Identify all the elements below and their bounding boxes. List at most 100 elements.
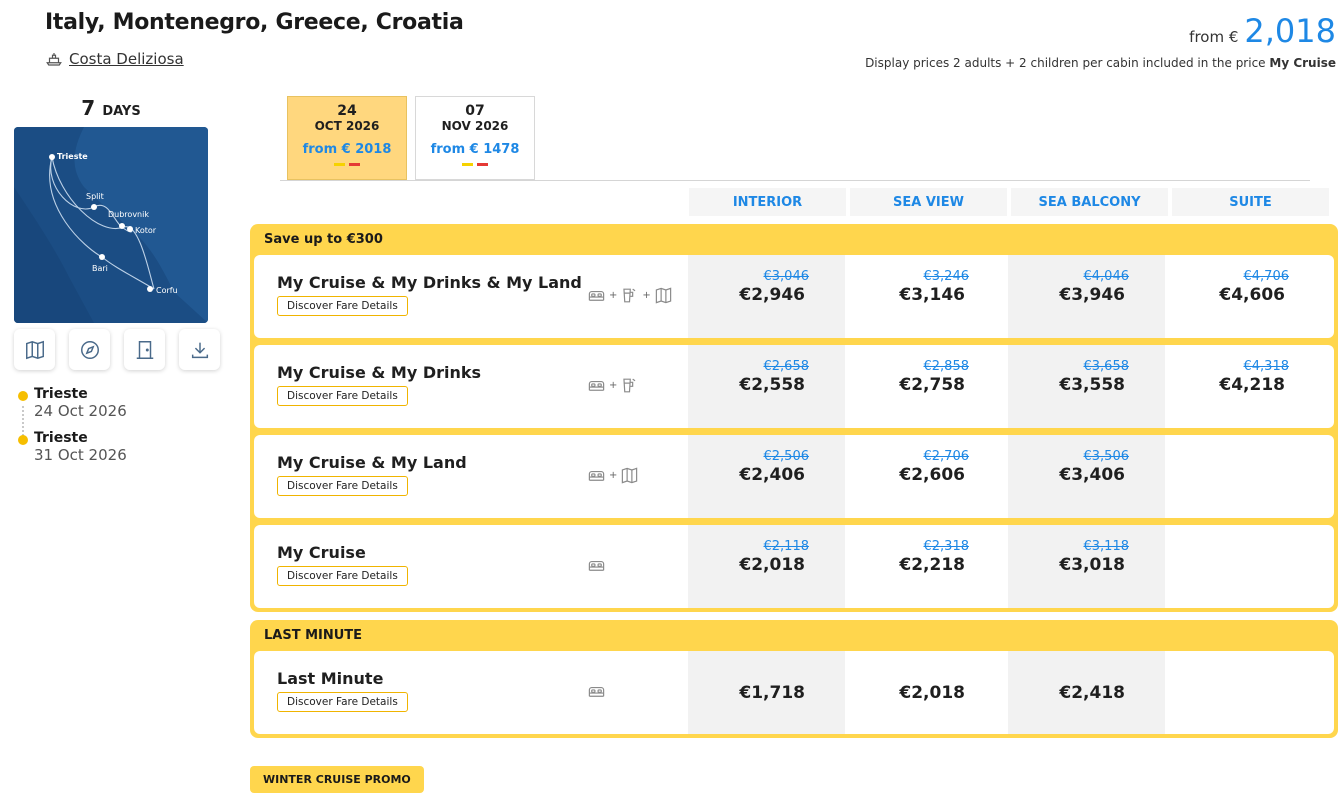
old-price: €3,506 (1083, 449, 1130, 464)
old-price: €3,658 (1083, 359, 1130, 374)
date-tab-nov[interactable]: 07 NOV 2026 from € 1478 (415, 96, 535, 180)
discover-fare-details-button[interactable]: Discover Fare Details (277, 566, 408, 586)
old-price: €2,858 (923, 359, 970, 374)
from-value: 2,018 (1244, 12, 1336, 50)
new-price: €4,218 (1219, 375, 1285, 395)
col-header-sea-balcony: SEA BALCONY (1011, 188, 1168, 216)
ship-icon (46, 53, 62, 66)
price-cell[interactable]: €1,718 (688, 651, 845, 734)
price-cell (1168, 651, 1325, 734)
stop-city: Trieste (34, 386, 88, 402)
price-cell[interactable]: €4,706 €4,606 (1168, 255, 1325, 338)
download-icon (191, 342, 208, 358)
old-price: €2,118 (763, 539, 810, 554)
price-cell[interactable]: €2,118 €2,018 (688, 525, 845, 608)
itinerary: Trieste 24 Oct 2026 Trieste 31 Oct 2026 (18, 386, 127, 474)
old-price: €3,046 (763, 269, 810, 284)
cabin-icon (588, 380, 605, 391)
price-cell[interactable]: €3,118 €3,018 (1008, 525, 1165, 608)
old-price: €4,046 (1083, 269, 1130, 284)
fare-group-title: LAST MINUTE (264, 628, 363, 643)
new-price: €2,018 (899, 683, 965, 703)
fare-name: My Cruise & My Drinks (277, 363, 482, 382)
price-cell[interactable]: €2,658 €2,558 (688, 345, 845, 428)
price-cell[interactable]: €2,318 €2,218 (848, 525, 1005, 608)
door-icon (136, 340, 153, 359)
date-tab-day: 07 (465, 103, 485, 119)
old-price: €4,318 (1243, 359, 1290, 374)
from-label: from € (1189, 28, 1239, 46)
price-cell[interactable]: €2,018 (848, 651, 1005, 734)
new-price: €2,218 (899, 555, 965, 575)
discover-fare-details-button[interactable]: Discover Fare Details (277, 692, 408, 712)
discover-fare-details-button[interactable]: Discover Fare Details (277, 296, 408, 316)
price-cell[interactable]: €3,506 €3,406 (1008, 435, 1165, 518)
flag-red-icon (349, 163, 360, 166)
price-cell[interactable]: €3,246 €3,146 (848, 255, 1005, 338)
land-map-icon (655, 287, 671, 304)
days-label: DAYS (102, 104, 141, 119)
date-tab-day: 24 (337, 103, 357, 119)
col-header-interior: INTERIOR (689, 188, 846, 216)
col-header-suite: SUITE (1172, 188, 1329, 216)
stop-date: 31 Oct 2026 (34, 446, 127, 464)
fare-row: Last Minute Discover Fare Details €1,718 €2… (254, 651, 1334, 734)
price-cell[interactable]: €3,658 €3,558 (1008, 345, 1165, 428)
stop-city: Trieste (34, 430, 88, 446)
cabin-icon (588, 686, 605, 697)
price-cell[interactable]: €2,506 €2,406 (688, 435, 845, 518)
new-price: €2,606 (899, 465, 965, 485)
new-price: €2,018 (739, 555, 805, 575)
stop-date: 24 Oct 2026 (34, 402, 127, 420)
download-button[interactable] (179, 329, 220, 370)
map-label-kotor: Kotor (135, 226, 157, 235)
compass-button[interactable] (69, 329, 110, 370)
new-price: €2,558 (739, 375, 805, 395)
itinerary-stop: Trieste 24 Oct 2026 (18, 386, 127, 420)
ship-link[interactable]: Costa Deliziosa (45, 50, 184, 68)
price-cell[interactable]: €4,318 €4,218 (1168, 345, 1325, 428)
discover-fare-details-button[interactable]: Discover Fare Details (277, 386, 408, 406)
old-price: €3,246 (923, 269, 970, 284)
new-price: €4,606 (1219, 285, 1285, 305)
cabin-icon (588, 560, 605, 571)
map-icon (25, 340, 44, 359)
date-tab-price: from € 2018 (302, 142, 392, 157)
plus-icon: + (609, 380, 618, 391)
price-cell[interactable]: €2,706 €2,606 (848, 435, 1005, 518)
new-price: €3,406 (1059, 465, 1125, 485)
new-price: €3,146 (899, 285, 965, 305)
land-map-icon (622, 467, 638, 484)
cabin-column-headers: INTERIOR SEA VIEW SEA BALCONY SUITE (689, 188, 1329, 216)
discover-fare-details-button[interactable]: Discover Fare Details (277, 476, 408, 496)
drink-icon (623, 288, 636, 303)
route-map[interactable]: Trieste Split Dubrovnik Kotor Bari Corfu (14, 127, 208, 323)
stop-dot-icon (18, 435, 28, 445)
price-cell[interactable]: €3,046 €2,946 (688, 255, 845, 338)
map-view-button[interactable] (14, 329, 55, 370)
fare-name: My Cruise & My Drinks & My Land (277, 273, 582, 292)
map-label-trieste: Trieste (57, 152, 88, 161)
new-price: €3,946 (1059, 285, 1125, 305)
promo-badge[interactable]: WINTER CRUISE PROMO (250, 766, 424, 793)
old-price: €3,118 (1083, 539, 1130, 554)
fare-group-title: Save up to €300 (264, 232, 383, 247)
plus-icon: + (609, 470, 618, 481)
flag-red-icon (477, 163, 488, 166)
new-price: €1,718 (739, 683, 805, 703)
door-button[interactable] (124, 329, 165, 370)
fare-row: My Cruise & My Land Discover Fare Details… (254, 435, 1334, 518)
old-price: €2,706 (923, 449, 970, 464)
price-cell[interactable]: €2,858 €2,758 (848, 345, 1005, 428)
map-label-split: Split (86, 192, 104, 201)
date-tab-oct[interactable]: 24 OCT 2026 from € 2018 (287, 96, 407, 180)
price-cell (1168, 525, 1325, 608)
price-cell[interactable]: €4,046 €3,946 (1008, 255, 1165, 338)
fare-name: My Cruise (277, 543, 366, 562)
new-price: €3,018 (1059, 555, 1125, 575)
old-price: €2,658 (763, 359, 810, 374)
ship-name[interactable]: Costa Deliziosa (69, 50, 184, 68)
price-cell[interactable]: €2,418 (1008, 651, 1165, 734)
plus-icon: + (609, 290, 618, 301)
col-header-sea-view: SEA VIEW (850, 188, 1007, 216)
